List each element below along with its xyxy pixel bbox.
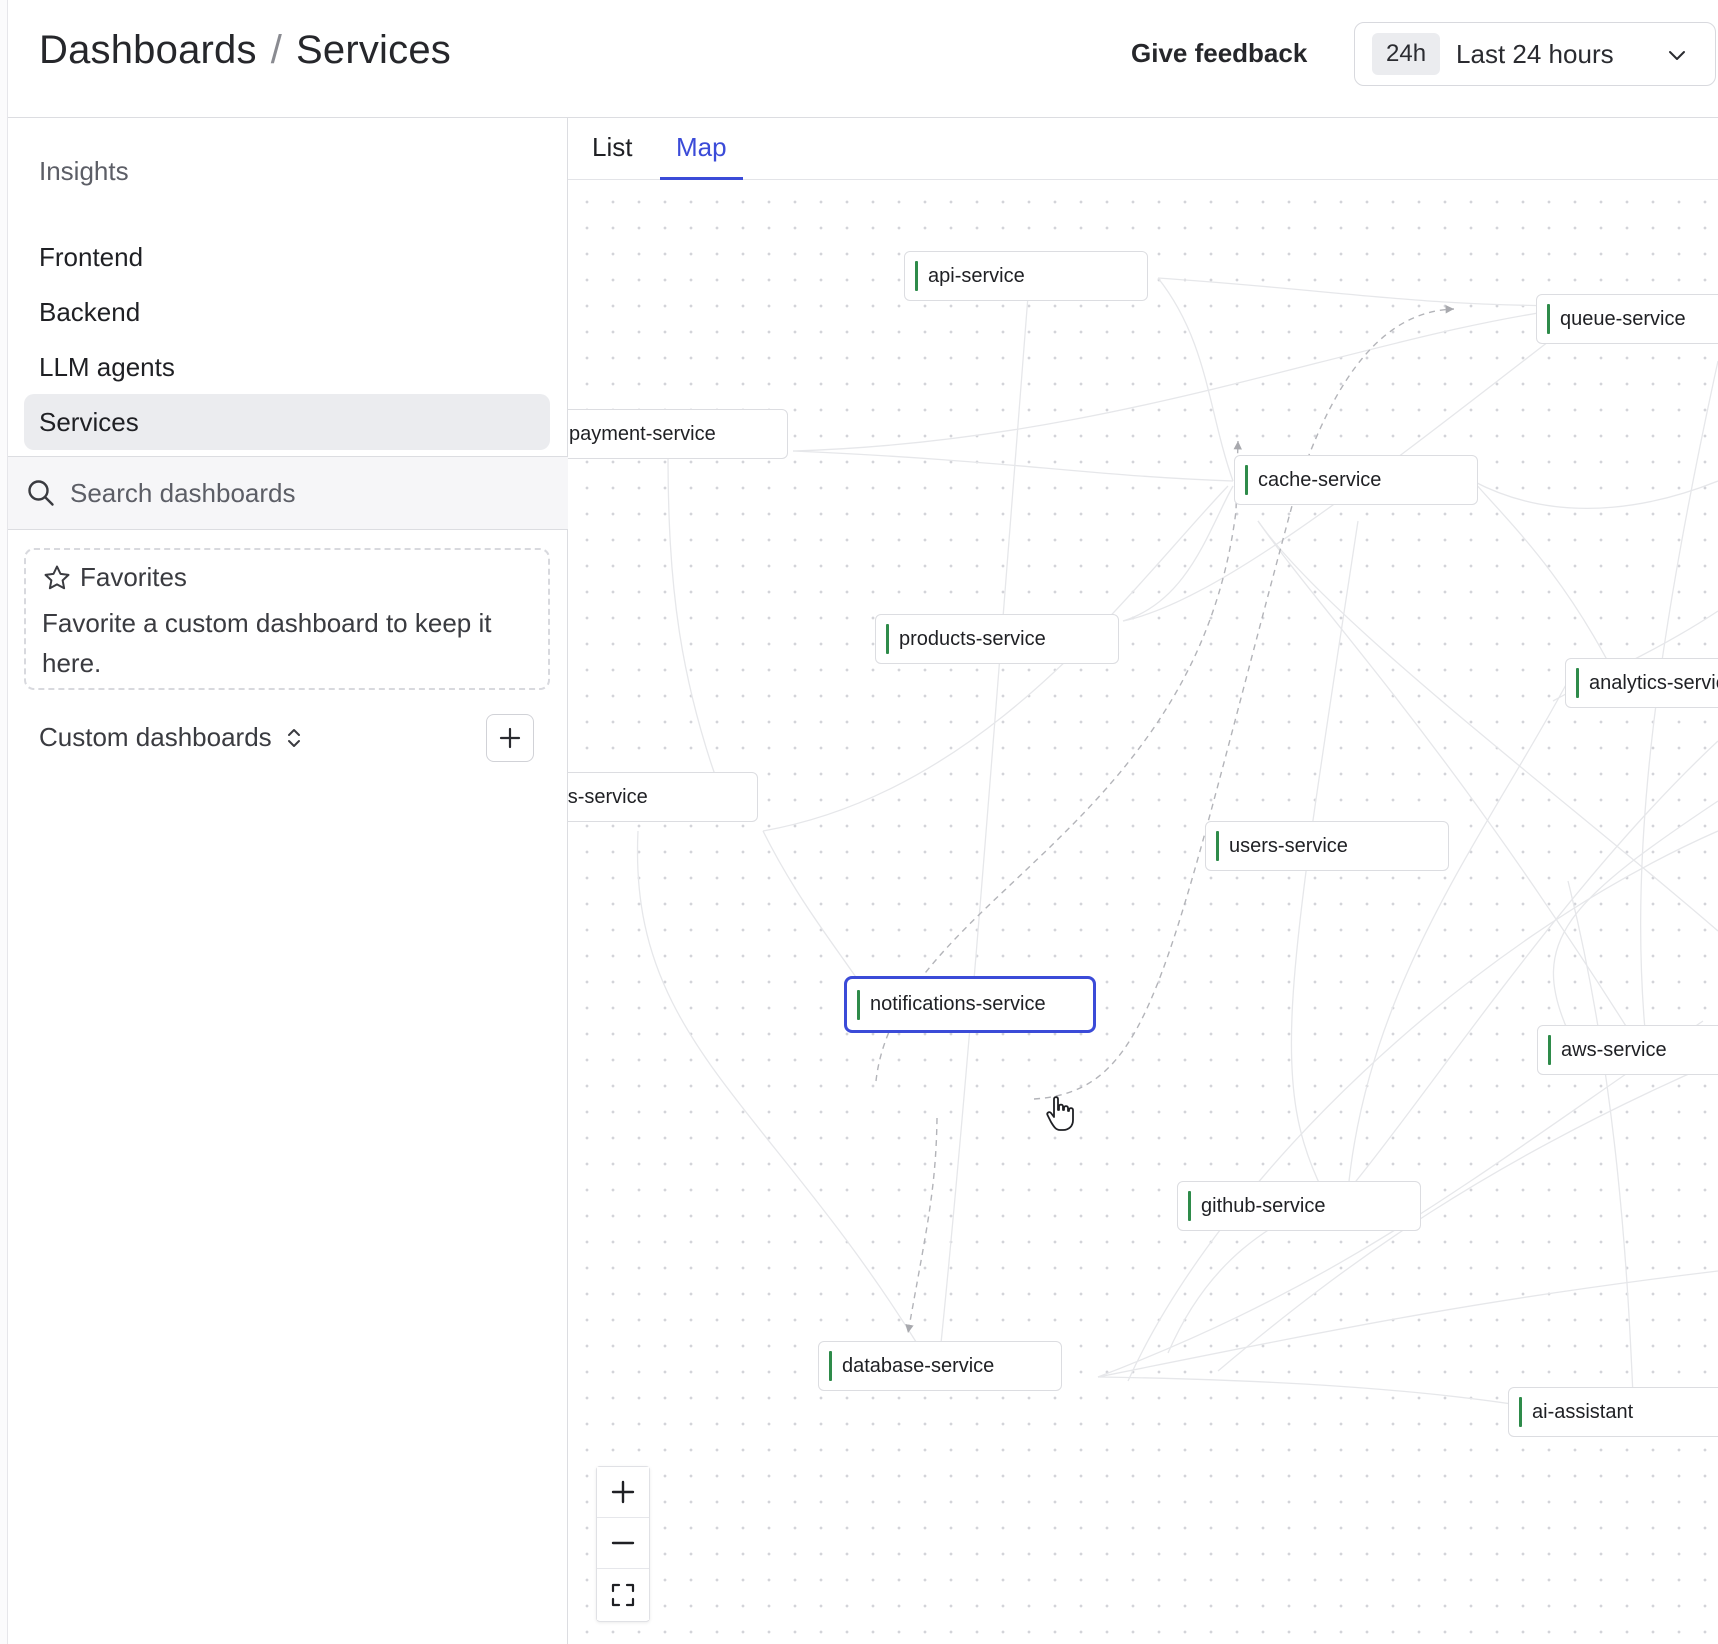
node-api-service[interactable]: api-service <box>904 251 1148 301</box>
node-label: notifications-service <box>870 993 1046 1015</box>
node-label: payment-service <box>569 422 716 445</box>
sidebar-item-backend[interactable]: Backend <box>24 284 550 340</box>
fullscreen-icon <box>611 1583 635 1606</box>
node-label: api-service <box>928 264 1025 287</box>
favorites-header: Favorites <box>42 562 532 593</box>
status-bar <box>1519 1397 1522 1427</box>
status-bar <box>1216 831 1219 861</box>
edge <box>1567 880 1634 1397</box>
status-bar <box>915 261 918 291</box>
add-dashboard-button[interactable] <box>486 714 534 762</box>
edge <box>939 295 1029 1354</box>
zoom-controls <box>596 1466 650 1622</box>
time-range-label: Last 24 hours <box>1456 38 1614 69</box>
custom-dashboards-toggle[interactable]: Custom dashboards <box>39 722 304 753</box>
status-bar <box>1576 668 1579 698</box>
node-notifications-service[interactable]: notifications-service <box>844 976 1096 1033</box>
breadcrumb-current: Services <box>296 28 451 72</box>
search-bar <box>8 456 568 530</box>
tab-map[interactable]: Map <box>660 132 743 180</box>
sidebar: Insights Frontend Backend LLM agents Ser… <box>8 118 568 1644</box>
node-label: github-service <box>1201 1194 1326 1217</box>
edge <box>792 305 1589 452</box>
pointer-hand-icon <box>1046 1096 1074 1131</box>
node-label: products-service <box>899 627 1046 650</box>
plus-icon <box>611 1480 635 1504</box>
status-bar <box>1245 465 1248 495</box>
edge <box>1157 277 1589 307</box>
time-range-chip: 24h <box>1372 33 1441 75</box>
left-edge-strip <box>0 0 8 1644</box>
service-map-canvas[interactable]: api-service queue-service payment-servic… <box>568 181 1718 1644</box>
minus-icon <box>611 1541 635 1545</box>
zoom-in-button[interactable] <box>597 1467 649 1518</box>
search-dashboards-input[interactable] <box>70 477 550 509</box>
node-label: orders-service <box>568 785 648 808</box>
edge <box>1157 277 1234 482</box>
view-tabs: List Map <box>568 118 1718 180</box>
node-queue-service[interactable]: queue-service <box>1536 294 1718 344</box>
plus-icon <box>499 727 521 749</box>
give-feedback-button[interactable]: Give feedback <box>1131 38 1307 69</box>
dashed-edge-notif-queue <box>1033 305 1455 1100</box>
node-github-service[interactable]: github-service <box>1177 1181 1421 1231</box>
status-bar <box>1548 1035 1551 1065</box>
tab-list[interactable]: List <box>576 132 648 180</box>
node-products-service[interactable]: products-service <box>875 614 1119 664</box>
custom-dashboards-label: Custom dashboards <box>39 722 272 752</box>
edge <box>792 450 1234 482</box>
zoom-out-button[interactable] <box>597 1518 649 1569</box>
node-database-service[interactable]: database-service <box>818 1341 1062 1391</box>
search-icon <box>28 480 54 506</box>
node-aws-service[interactable]: aws-service <box>1537 1025 1718 1075</box>
status-bar <box>886 624 889 654</box>
node-label: users-service <box>1229 834 1348 857</box>
sidebar-heading-insights: Insights <box>39 156 129 186</box>
sidebar-item-frontend[interactable]: Frontend <box>24 229 550 285</box>
breadcrumb-root[interactable]: Dashboards <box>39 28 257 73</box>
status-bar <box>1188 1191 1191 1221</box>
edge <box>1552 800 1718 1032</box>
fit-view-button[interactable] <box>597 1569 649 1620</box>
sidebar-item-services[interactable]: Services <box>24 394 550 450</box>
node-label: analytics-service <box>1589 671 1718 694</box>
dashed-edge-notif-database <box>905 1117 938 1334</box>
node-orders-service[interactable]: orders-service <box>568 772 758 822</box>
breadcrumb: Dashboards / Services <box>39 28 451 73</box>
status-bar <box>857 989 860 1020</box>
status-bar <box>1547 304 1550 334</box>
star-icon <box>44 565 70 589</box>
edge <box>1347 680 1569 1192</box>
chevron-down-icon <box>1669 51 1685 60</box>
status-bar <box>829 1351 832 1381</box>
node-label: queue-service <box>1560 307 1686 330</box>
node-analytics-service[interactable]: analytics-service <box>1565 658 1718 708</box>
node-label: ai-assistant <box>1532 1400 1634 1423</box>
node-users-service[interactable]: users-service <box>1205 821 1449 871</box>
node-label: cache-service <box>1258 468 1382 491</box>
edge <box>1640 360 1718 1062</box>
edge <box>636 830 924 1354</box>
breadcrumb-separator: / <box>270 28 283 72</box>
time-range-select[interactable]: 24h Last 24 hours <box>1354 22 1716 86</box>
edge <box>1472 480 1619 682</box>
edge <box>1097 1270 1718 1378</box>
sidebar-item-llm-agents[interactable]: LLM agents <box>24 339 550 395</box>
node-payment-service[interactable]: payment-service <box>568 409 788 459</box>
page-header: Dashboards / Services Give feedback 24h … <box>8 0 1718 118</box>
edge <box>1127 830 1718 1382</box>
edge <box>1347 740 1718 1192</box>
node-label: database-service <box>842 1354 995 1377</box>
main-panel: List Map api-service queue-service payme… <box>568 118 1718 1644</box>
chevron-up-down-icon <box>287 728 300 747</box>
node-label: aws-service <box>1561 1038 1667 1061</box>
edge <box>1472 480 1718 510</box>
favorites-description: Favorite a custom dashboard to keep it h… <box>42 608 492 678</box>
node-cache-service[interactable]: cache-service <box>1234 455 1478 505</box>
edge <box>667 450 729 812</box>
favorites-title: Favorites <box>80 562 187 592</box>
favorites-box: Favorites Favorite a custom dashboard to… <box>24 548 550 690</box>
node-ai-assistant[interactable]: ai-assistant <box>1508 1387 1718 1437</box>
